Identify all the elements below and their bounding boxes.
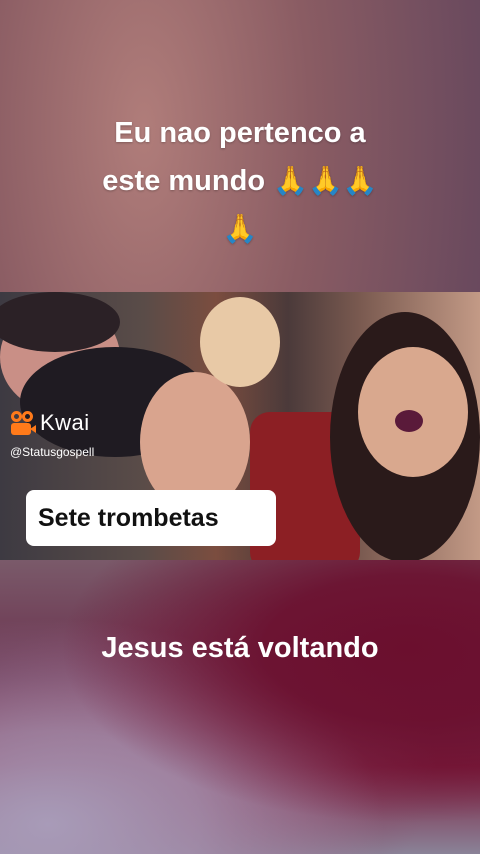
woman-mouth (395, 410, 423, 432)
pray-emoji-line3: 🙏 (222, 213, 258, 244)
kwai-watermark: Kwai (10, 410, 90, 436)
top-text-line2: este mundo 🙏🙏🙏 (40, 157, 440, 205)
bottom-overlay-text: Jesus está voltando (101, 632, 379, 664)
top-text-line1: Eu nao pertenco a (114, 117, 366, 149)
caption-text: Sete trombetas (38, 503, 219, 532)
pray-emoji-group: 🙏🙏🙏 (273, 165, 378, 196)
caption-box: Sete trombetas (26, 490, 276, 546)
kwai-camera-icon (10, 410, 36, 436)
background-bottom (0, 560, 480, 854)
kwai-handle: @Statusgospell (10, 445, 95, 459)
top-overlay-text: Eu nao pertenco a este mundo 🙏🙏🙏 🙏 (40, 110, 440, 252)
kwai-brand-text: Kwai (40, 410, 90, 435)
background-person (200, 297, 280, 387)
top-text-line2-words: este mundo (102, 165, 266, 197)
